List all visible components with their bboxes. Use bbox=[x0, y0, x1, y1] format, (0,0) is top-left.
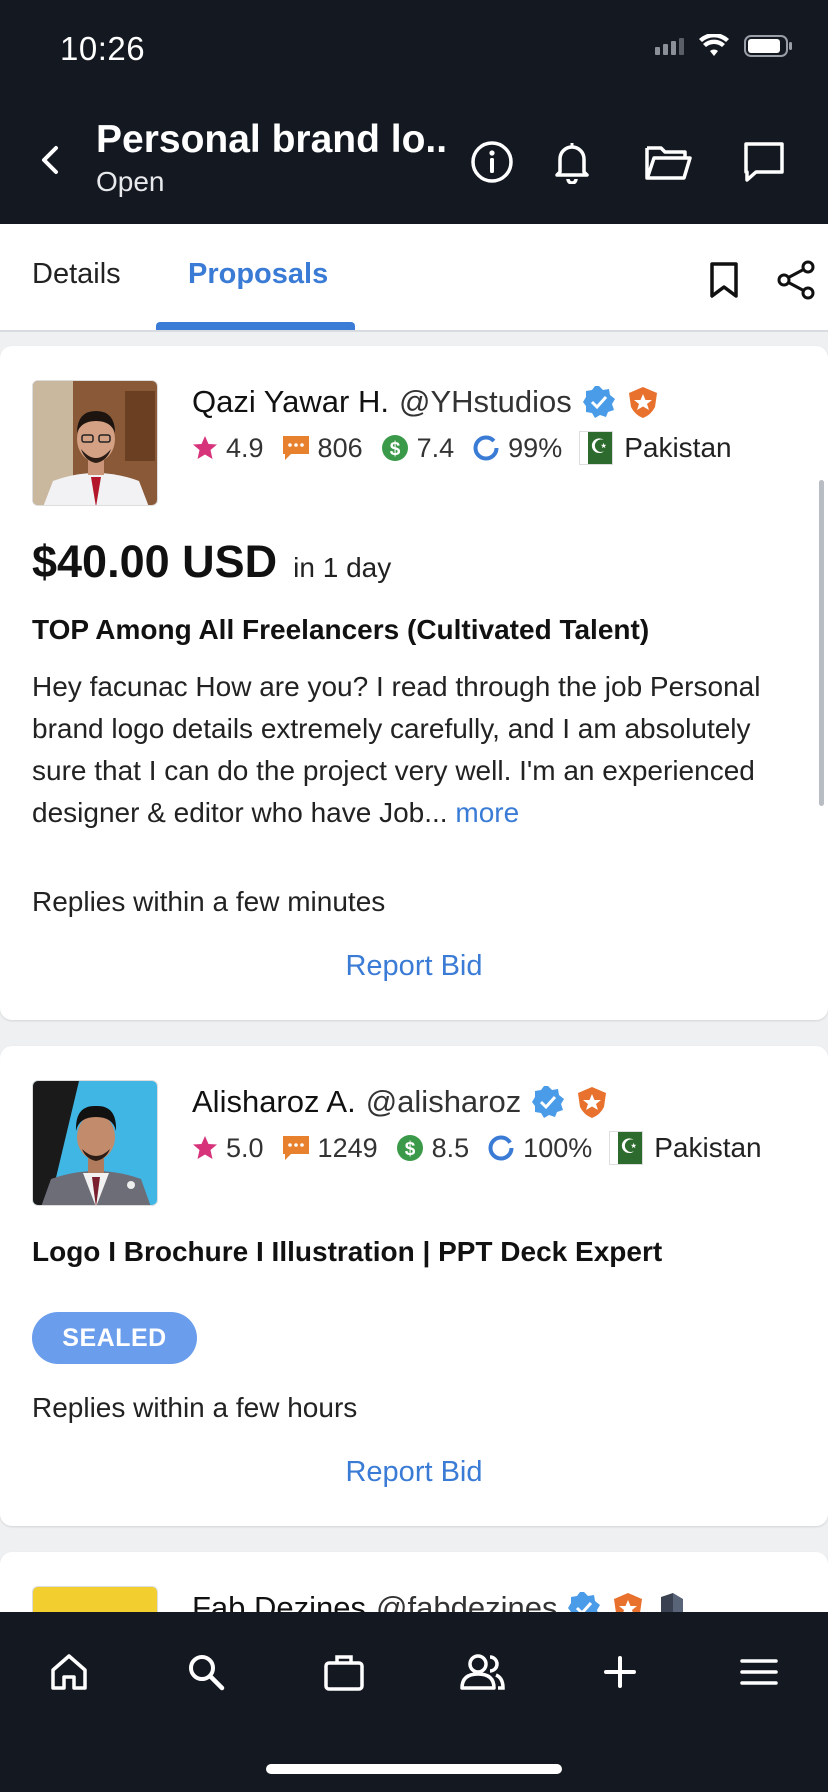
report-bid-link[interactable]: Report Bid bbox=[0, 950, 828, 983]
bid-price: $40.00 USD bbox=[32, 536, 278, 587]
country: Pakistan bbox=[654, 1132, 762, 1163]
description-text: Hey facunac How are you? I read through … bbox=[32, 671, 761, 828]
nav-home[interactable] bbox=[41, 1644, 97, 1700]
home-indicator[interactable] bbox=[266, 1764, 562, 1774]
more-link[interactable]: more bbox=[455, 797, 519, 828]
notifications-button[interactable] bbox=[548, 138, 596, 186]
project-status: Open bbox=[96, 166, 165, 197]
preferred-freelancer-badge-icon bbox=[626, 385, 660, 419]
briefcase-icon bbox=[324, 1655, 364, 1691]
back-button[interactable] bbox=[30, 138, 70, 182]
rating-value: 4.9 bbox=[226, 432, 264, 463]
freelancer-headline: Logo I Brochure I Illustration | PPT Dec… bbox=[32, 1236, 663, 1267]
info-button[interactable] bbox=[468, 138, 516, 186]
battery-icon bbox=[744, 35, 792, 57]
nav-post-project[interactable] bbox=[592, 1644, 648, 1700]
freelancer-stats: 5.0 1249 $ 8.5 100% Pakistan bbox=[192, 1131, 762, 1164]
tab-bar: Details Proposals bbox=[0, 224, 828, 332]
nav-contacts[interactable] bbox=[454, 1644, 510, 1700]
freelancer-headline: TOP Among All Freelancers (Cultivated Ta… bbox=[32, 614, 650, 645]
freelancer-name-line: Qazi Yawar H. @YHstudios bbox=[192, 384, 660, 420]
verified-badge-icon bbox=[531, 1085, 565, 1119]
signal-icon bbox=[655, 37, 684, 55]
reviews-icon bbox=[282, 1136, 309, 1160]
avatar-photo bbox=[33, 381, 157, 505]
proposal-card[interactable]: Alisharoz A. @alisharoz 5.0 1249 $ 8.5 1… bbox=[0, 1046, 828, 1526]
bid-amount: $40.00 USD in 1 day bbox=[32, 536, 391, 588]
chat-icon bbox=[744, 142, 784, 182]
nav-projects[interactable] bbox=[316, 1644, 372, 1700]
tab-proposals[interactable]: Proposals bbox=[188, 258, 328, 291]
files-button[interactable] bbox=[644, 138, 692, 186]
svg-text:$: $ bbox=[389, 439, 400, 460]
rating-value: 5.0 bbox=[226, 1132, 264, 1163]
completion-rate: 100% bbox=[523, 1132, 593, 1163]
pakistan-flag-icon bbox=[580, 431, 613, 464]
top-bar: 10:26 Personal brand lo... Open bbox=[0, 0, 828, 224]
svg-text:$: $ bbox=[404, 1139, 415, 1160]
page-title: Personal brand lo... bbox=[96, 118, 446, 161]
avatar-photo bbox=[33, 1081, 157, 1205]
freelancer-handle: @alisharoz bbox=[365, 1084, 522, 1119]
reviews-icon bbox=[282, 436, 309, 460]
earnings-score: 7.4 bbox=[416, 432, 455, 463]
country: Pakistan bbox=[624, 432, 732, 463]
pakistan-flag-icon bbox=[610, 1131, 643, 1164]
menu-icon bbox=[740, 1659, 778, 1685]
nav-search[interactable] bbox=[178, 1644, 234, 1700]
freelancer-name-line: Alisharoz A. @alisharoz bbox=[192, 1084, 609, 1120]
status-icons bbox=[655, 34, 794, 58]
proposal-description: Hey facunac How are you? I read through … bbox=[32, 666, 802, 834]
freelancer-handle: @YHstudios bbox=[398, 384, 572, 419]
info-icon bbox=[471, 141, 513, 183]
home-icon bbox=[51, 1654, 87, 1690]
search-icon bbox=[189, 1655, 225, 1691]
avatar[interactable] bbox=[32, 380, 158, 506]
response-time: Replies within a few hours bbox=[32, 1392, 358, 1423]
scrollbar[interactable] bbox=[819, 480, 824, 806]
share-icon bbox=[777, 260, 815, 300]
reviews-count: 1249 bbox=[317, 1132, 378, 1163]
earnings-score: 8.5 bbox=[431, 1132, 470, 1163]
screen: 10:26 Personal brand lo... Open Details … bbox=[0, 0, 828, 1792]
delivery-time: in 1 day bbox=[293, 552, 392, 583]
star-icon bbox=[193, 436, 217, 459]
share-button[interactable] bbox=[774, 258, 818, 302]
response-time: Replies within a few minutes bbox=[32, 886, 386, 917]
completion-icon bbox=[488, 1135, 514, 1161]
messages-button[interactable] bbox=[740, 138, 788, 186]
reviews-count: 806 bbox=[317, 432, 363, 463]
back-arrow-icon bbox=[42, 146, 58, 174]
wifi-icon bbox=[699, 34, 729, 56]
nav-menu[interactable] bbox=[731, 1644, 787, 1700]
active-tab-indicator bbox=[156, 322, 355, 330]
report-bid-link[interactable]: Report Bid bbox=[0, 1456, 828, 1489]
users-icon bbox=[460, 1654, 505, 1690]
avatar[interactable] bbox=[32, 1080, 158, 1206]
sealed-badge: SEALED bbox=[32, 1312, 197, 1364]
proposal-card[interactable]: Qazi Yawar H. @YHstudios 4.9 806 $ 7.4 9… bbox=[0, 346, 828, 1020]
bell-icon bbox=[555, 143, 589, 184]
tab-details[interactable]: Details bbox=[32, 258, 121, 291]
bookmark-icon bbox=[710, 262, 738, 298]
star-icon bbox=[193, 1136, 217, 1159]
completion-rate: 99% bbox=[508, 432, 563, 463]
earnings-icon: $ bbox=[381, 435, 408, 461]
verified-badge-icon bbox=[582, 385, 616, 419]
completion-icon bbox=[473, 435, 499, 461]
freelancer-name[interactable]: Alisharoz A. bbox=[192, 1084, 356, 1120]
folder-icon bbox=[645, 146, 692, 180]
earnings-icon: $ bbox=[396, 1135, 423, 1161]
bookmark-button[interactable] bbox=[702, 258, 746, 302]
preferred-freelancer-badge-icon bbox=[575, 1085, 609, 1119]
plus-icon bbox=[604, 1656, 636, 1688]
status-time: 10:26 bbox=[60, 30, 146, 67]
freelancer-stats: 4.9 806 $ 7.4 99% Pakistan bbox=[192, 431, 732, 464]
freelancer-name[interactable]: Qazi Yawar H. bbox=[192, 384, 389, 420]
